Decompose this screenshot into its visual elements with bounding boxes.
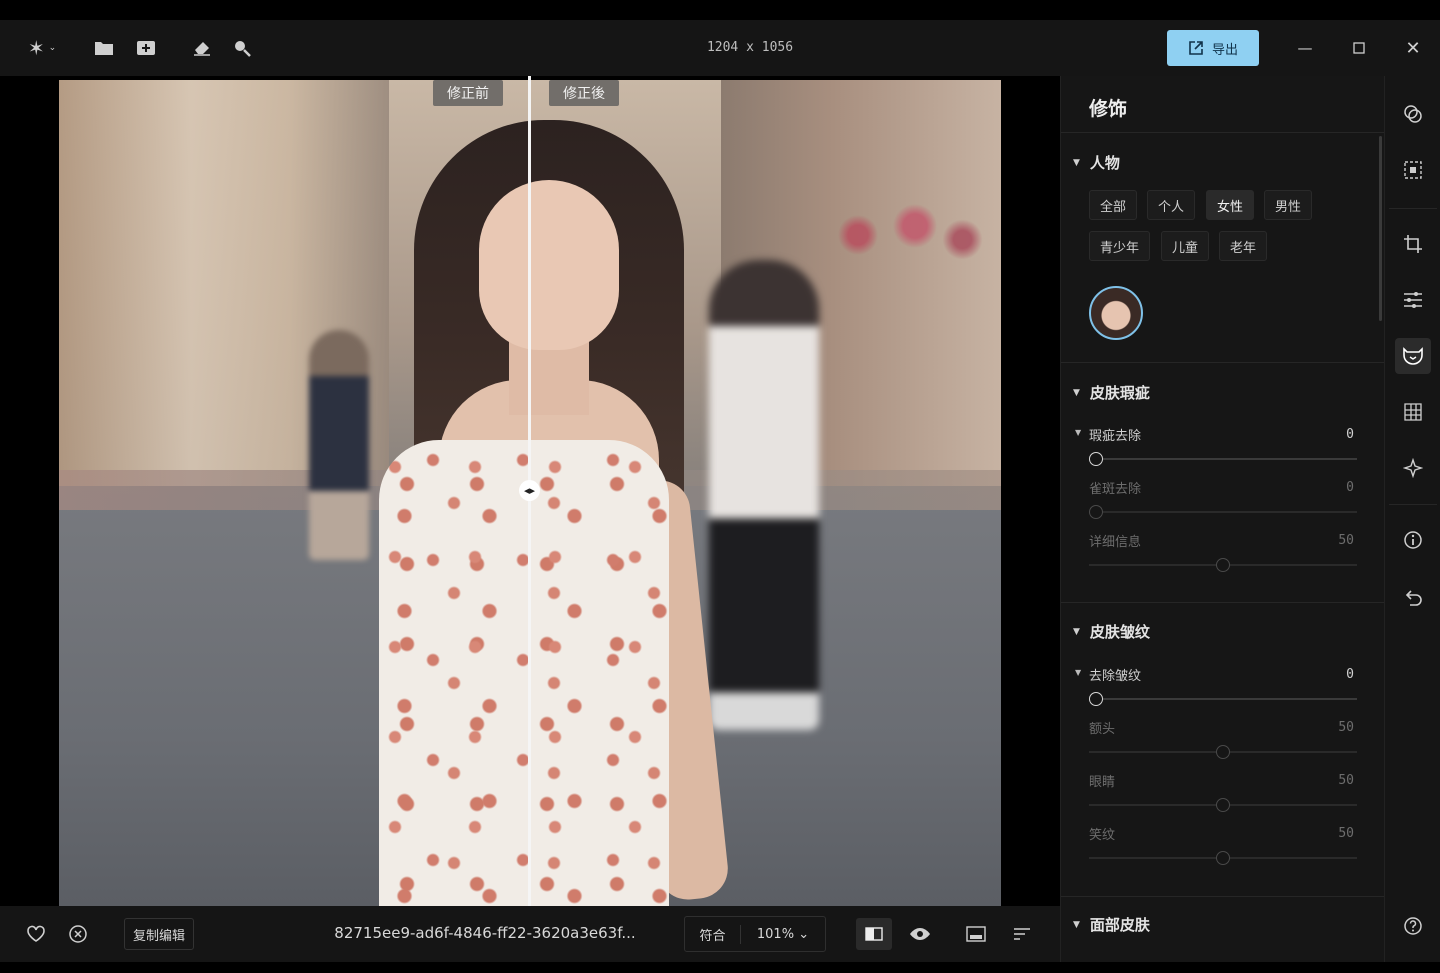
file-name: 82715ee9-ad6f-4846-ff22-3620a3e63f... xyxy=(334,924,636,942)
help-icon[interactable] xyxy=(1395,908,1431,944)
smile-lines-label: 笑纹 xyxy=(1089,828,1116,843)
overlap-circles-icon[interactable] xyxy=(1395,96,1431,132)
tool-rail xyxy=(1384,76,1440,962)
slider-thumb[interactable] xyxy=(1216,745,1230,759)
info-icon[interactable] xyxy=(1395,522,1431,558)
minimize-icon[interactable]: — xyxy=(1290,34,1320,62)
zoom-control: 符合 101% ⌄ xyxy=(684,916,826,952)
chip-female[interactable]: 女性 xyxy=(1206,190,1255,220)
section-skin-blemish[interactable]: ▼ 皮肤瑕疵 xyxy=(1073,382,1150,403)
compare-handle-icon[interactable]: ◂▸ xyxy=(519,480,540,501)
magic-sparkle-icon[interactable] xyxy=(1395,450,1431,486)
detail-label: 详细信息 xyxy=(1089,535,1142,550)
chip-child[interactable]: 儿童 xyxy=(1161,231,1210,261)
eraser-icon[interactable] xyxy=(188,34,216,62)
chip-all[interactable]: 全部 xyxy=(1089,190,1138,220)
sub-triangle-icon[interactable]: ▼ xyxy=(1075,428,1081,437)
crop-icon[interactable] xyxy=(1395,226,1431,262)
add-image-icon[interactable] xyxy=(132,34,160,62)
slider-thumb[interactable] xyxy=(1089,452,1103,466)
slider-thumb[interactable] xyxy=(1089,505,1103,519)
freckle-remove-slider[interactable] xyxy=(1089,505,1357,519)
panel-scrollbar[interactable] xyxy=(1379,136,1382,321)
panel-title: 修饰 xyxy=(1089,98,1128,120)
chip-individual[interactable]: 个人 xyxy=(1147,190,1196,220)
face-thumbnail[interactable] xyxy=(1089,286,1143,340)
undo-history-icon[interactable] xyxy=(1395,580,1431,616)
slider-thumb[interactable] xyxy=(1216,798,1230,812)
detail-value: 50 xyxy=(1338,533,1354,548)
retouch-panel: 修饰 ▼ 人物 全部 个人 女性 男性 青少年 儿童 老年 ▼ 皮肤瑕疵 ▼ 瑕… xyxy=(1060,76,1384,962)
after-label: 修正後 xyxy=(549,80,619,106)
document-size: 1204 x 1056 xyxy=(706,40,794,55)
reject-icon[interactable] xyxy=(64,920,92,948)
collapse-triangle-icon: ▼ xyxy=(1073,387,1080,398)
export-button[interactable]: 导出 xyxy=(1167,30,1259,66)
sparkle-menu-icon[interactable]: ✶ ⌄ xyxy=(22,34,62,62)
maximize-icon[interactable] xyxy=(1344,34,1374,62)
chip-elderly[interactable]: 老年 xyxy=(1219,231,1268,261)
slider-thumb[interactable] xyxy=(1089,692,1103,706)
slider-thumb[interactable] xyxy=(1216,851,1230,865)
collapse-triangle-icon: ▼ xyxy=(1073,919,1080,930)
eyes-label: 眼睛 xyxy=(1089,775,1116,790)
copy-edit-button[interactable]: 复制编辑 xyxy=(124,918,194,950)
split-view-icon[interactable] xyxy=(856,918,892,950)
section-skin-wrinkle[interactable]: ▼ 皮肤皱纹 xyxy=(1073,621,1150,642)
wrinkle-remove-value: 0 xyxy=(1346,667,1354,682)
detail-slider[interactable] xyxy=(1089,558,1357,572)
forehead-slider[interactable] xyxy=(1089,745,1357,759)
collapse-triangle-icon: ▼ xyxy=(1073,157,1080,168)
close-icon[interactable]: ✕ xyxy=(1398,34,1428,62)
grid-frame-icon[interactable] xyxy=(1395,394,1431,430)
chip-male[interactable]: 男性 xyxy=(1264,190,1313,220)
blemish-remove-label: 瑕疵去除 xyxy=(1089,429,1142,444)
bottom-bar: 复制编辑 82715ee9-ad6f-4846-ff22-3620a3e63f.… xyxy=(0,906,1060,962)
search-icon[interactable] xyxy=(228,34,256,62)
section-people[interactable]: ▼ 人物 xyxy=(1073,152,1120,173)
before-label: 修正前 xyxy=(433,80,503,106)
sort-icon[interactable] xyxy=(1008,920,1036,948)
collapse-triangle-icon: ▼ xyxy=(1073,626,1080,637)
filmstrip-icon[interactable] xyxy=(962,920,990,948)
blemish-remove-slider[interactable] xyxy=(1089,452,1357,466)
title-bar: ✶ ⌄ 1204 x 1056 导出 — ✕ xyxy=(0,20,1440,76)
folder-icon[interactable] xyxy=(90,34,118,62)
blemish-remove-value: 0 xyxy=(1346,427,1354,442)
select-subject-icon[interactable] xyxy=(1395,152,1431,188)
freckle-remove-value: 0 xyxy=(1346,480,1354,495)
chip-teen[interactable]: 青少年 xyxy=(1089,231,1151,261)
smile-lines-slider[interactable] xyxy=(1089,851,1357,865)
eyes-slider[interactable] xyxy=(1089,798,1357,812)
forehead-label: 额头 xyxy=(1089,722,1116,737)
freckle-remove-label: 雀斑去除 xyxy=(1089,482,1142,497)
smile-lines-value: 50 xyxy=(1338,826,1354,841)
wrinkle-remove-label: 去除皱纹 xyxy=(1089,669,1142,684)
retouch-face-icon[interactable] xyxy=(1395,338,1431,374)
eyes-value: 50 xyxy=(1338,773,1354,788)
eye-icon[interactable] xyxy=(906,920,934,948)
adjust-sliders-icon[interactable] xyxy=(1395,282,1431,318)
forehead-value: 50 xyxy=(1338,720,1354,735)
section-face-skin[interactable]: ▼ 面部皮肤 xyxy=(1073,914,1150,935)
fit-button[interactable]: 符合 xyxy=(685,924,741,944)
export-label: 导出 xyxy=(1211,42,1238,58)
slider-thumb[interactable] xyxy=(1216,558,1230,572)
zoom-dropdown[interactable]: 101% ⌄ xyxy=(741,927,825,942)
export-icon xyxy=(1189,41,1203,55)
wrinkle-remove-slider[interactable] xyxy=(1089,692,1357,706)
heart-icon[interactable] xyxy=(22,920,50,948)
sub-triangle-icon[interactable]: ▼ xyxy=(1075,668,1081,677)
